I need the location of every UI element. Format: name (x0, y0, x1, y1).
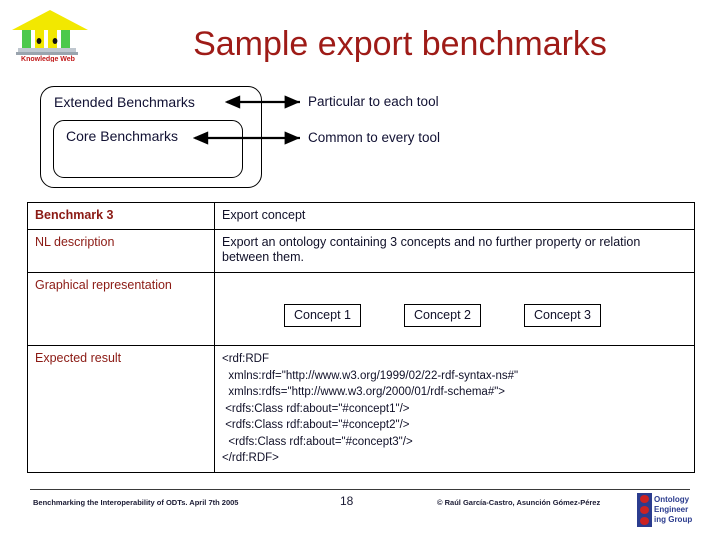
row-label-expected-result: Expected result (27, 345, 215, 473)
row-value-expected-result: <rdf:RDF xmlns:rdf="http://www.w3.org/19… (214, 345, 695, 473)
oeg-line-3: ing Group (654, 515, 693, 524)
row-value-benchmark: Export concept (214, 202, 695, 230)
table-row: Expected result <rdf:RDF xmlns:rdf="http… (27, 345, 695, 473)
oeg-line-1: Ontology (654, 495, 690, 504)
ontology-engineering-group-logo: Ontology Engineer ing Group (637, 493, 695, 527)
oeg-mark-icon (637, 493, 652, 527)
footer-event-text: Benchmarking the Interoperability of ODT… (33, 498, 239, 507)
knowledge-web-logo: Knowledge Web (8, 6, 92, 63)
rdf-code-block: <rdf:RDF xmlns:rdf="http://www.w3.org/19… (222, 353, 519, 464)
page-title: Sample export benchmarks (193, 25, 607, 63)
row-label-graphical-representation: Graphical representation (27, 272, 215, 346)
table-row: Graphical representation Concept 1 Conce… (27, 272, 695, 346)
row-value-nl-description: Export an ontology containing 3 concepts… (214, 229, 695, 273)
footer-divider (30, 489, 690, 490)
benchmarks-diagram: Extended Benchmarks Core Benchmarks Part… (28, 84, 488, 194)
concept-box-1: Concept 1 (284, 304, 361, 327)
diagram-arrows (192, 95, 300, 145)
row-label-nl-description: NL description (27, 229, 215, 273)
footer-copyright: © Raúl García-Castro, Asunción Gómez-Pér… (437, 498, 601, 507)
concept-box-3: Concept 3 (524, 304, 601, 327)
row-value-graphical-representation: Concept 1 Concept 2 Concept 3 (214, 272, 695, 346)
table-row: NL description Export an ontology contai… (27, 229, 695, 273)
row-label-benchmark: Benchmark 3 (27, 202, 215, 230)
oeg-line-2: Engineer (654, 505, 689, 514)
benchmark-table: Benchmark 3 Export concept NL descriptio… (27, 202, 695, 473)
oeg-logo-text: Ontology Engineer ing Group (652, 493, 695, 527)
logo-caption: Knowledge Web (21, 56, 75, 62)
table-row: Benchmark 3 Export concept (27, 202, 695, 230)
concept-box-2: Concept 2 (404, 304, 481, 327)
concept-diagram: Concept 1 Concept 2 Concept 3 (222, 278, 687, 336)
page-number: 18 (340, 494, 354, 508)
